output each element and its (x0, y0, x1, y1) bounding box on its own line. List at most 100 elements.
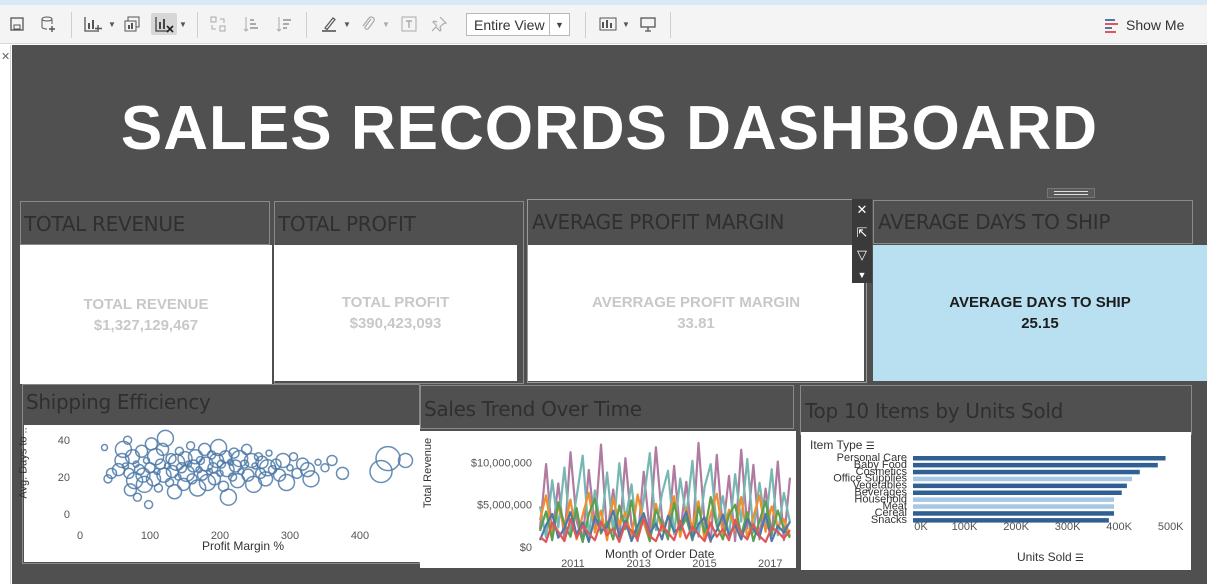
shipping-efficiency-chart[interactable]: 0 20 40 0 100 200 300 400 Profit Margin % Avg. … (18, 425, 420, 562)
bar (913, 476, 1133, 482)
kpi-value: 33.81 (677, 315, 715, 332)
kpi-card-average-profit-margin[interactable]: AVERRAGE PROFIT MARGIN 33.81 (528, 245, 864, 381)
sort-icon[interactable]: ☰ (1075, 553, 1084, 564)
scatter-point (286, 464, 294, 472)
more-options-icon[interactable]: ▼ (858, 270, 867, 280)
x-axis-title: Units Sold ☰ (1017, 550, 1084, 564)
x-tick-label: 500K (1158, 521, 1184, 533)
fix-axes-pin-icon[interactable] (428, 13, 450, 35)
presentation-mode-icon[interactable] (637, 13, 659, 35)
scatter-point (188, 479, 207, 497)
x-tick-label: 300K (1055, 521, 1081, 533)
new-worksheet-dropdown-icon[interactable]: ▼ (107, 13, 117, 35)
kpi-card-average-days-to-ship[interactable]: AVERAGE DAYS TO SHIP 25.15 (873, 245, 1207, 381)
show-mark-labels-icon[interactable] (398, 13, 420, 35)
x-axis-title-text: Units Sold (1017, 550, 1072, 564)
bar (913, 511, 1114, 516)
bar-category-label: Snacks (871, 514, 908, 526)
kpi-header-average-profit-margin: AVERAGE PROFIT MARGIN (532, 210, 785, 234)
x-tick-label: 0 (77, 530, 83, 542)
toolbar-separator (585, 12, 586, 38)
top-items-chart[interactable]: Personal Care Baby Food Cosmetics Office Su… (801, 432, 1191, 570)
scatter-point (197, 442, 212, 457)
bar-chart[interactable]: Personal CareBaby FoodCosmeticsOffice Su… (801, 432, 1191, 570)
sort-icon[interactable]: ☰ (866, 441, 875, 452)
bar (913, 469, 1140, 475)
bar (913, 497, 1114, 502)
y-tick-label: $0 (520, 542, 532, 554)
scatter-point (219, 488, 238, 506)
kpi-header-total-revenue: TOTAL REVENUE (24, 212, 185, 236)
clear-sheet-icon[interactable] (151, 13, 177, 35)
close-icon[interactable]: ✕ (1, 50, 10, 63)
toolbar-separator (197, 12, 198, 38)
x-tick-label: 100K (952, 521, 978, 533)
duplicate-sheet-icon[interactable] (121, 13, 143, 35)
x-axis-title: Month of Order Date (605, 547, 715, 561)
swap-rows-columns-icon[interactable] (207, 13, 229, 35)
fit-mode-select[interactable]: Entire View ▼ (466, 13, 570, 36)
scatter-point (314, 458, 322, 467)
kpi-label: TOTAL REVENUE (83, 295, 209, 313)
kpi-header-total-profit: TOTAL PROFIT (278, 212, 416, 236)
floating-object-tools: ✕ ⇱ ▽ ▼ (852, 199, 872, 283)
panel-title-trend: Sales Trend Over Time (424, 397, 642, 421)
y-tick-label: 40 (58, 435, 70, 447)
scatter-point (302, 470, 320, 488)
row-header-label: Item Type ☰ (810, 438, 875, 452)
chevron-down-icon[interactable]: ▼ (549, 14, 569, 35)
show-me-button[interactable]: Show Me (1104, 14, 1184, 36)
bar (913, 490, 1122, 495)
new-data-source-icon[interactable] (37, 13, 59, 35)
clear-sheet-dropdown-icon[interactable]: ▼ (178, 13, 188, 35)
sales-trend-chart[interactable]: $0 $5,000,000 $10,000,000 2011 2013 2015 2017 … (420, 431, 796, 570)
save-icon[interactable] (7, 13, 27, 35)
x-tick-label: 200K (1003, 521, 1029, 533)
bar (913, 483, 1127, 489)
scatter-point (143, 499, 154, 510)
scatter-point (326, 454, 338, 467)
scatter-point (153, 483, 164, 493)
scatter-point (166, 483, 183, 500)
toolbar-separator (71, 12, 72, 38)
go-to-sheet-icon[interactable]: ⇱ (857, 225, 868, 241)
scatter-point (369, 459, 393, 484)
bar (913, 504, 1114, 509)
move-handle[interactable] (1047, 188, 1095, 198)
x-tick-label: 400 (351, 530, 369, 542)
scatter-point (320, 463, 330, 473)
group-members-icon[interactable] (357, 13, 379, 35)
kpi-card-total-revenue[interactable]: TOTAL REVENUE $1,327,129,467 (20, 245, 272, 384)
new-worksheet-icon[interactable] (81, 13, 105, 35)
dashboard-title: SALES RECORDS DASHBOARD (120, 94, 1099, 163)
kpi-label: TOTAL PROFIT (341, 294, 450, 311)
kpi-card-total-profit[interactable]: TOTAL PROFIT $390,423,093 (274, 245, 517, 381)
filter-icon[interactable]: ▽ (857, 247, 867, 263)
kpi-value: 25.15 (1021, 315, 1059, 332)
y-axis-title: Avg. Days to .. (17, 427, 30, 499)
y-axis-title: Total Revenue (422, 437, 435, 509)
show-cards-icon[interactable] (596, 13, 620, 35)
scatter-point (288, 452, 299, 462)
scatter-point (100, 443, 109, 452)
y-tick-label: $10,000,000 (471, 457, 532, 469)
highlight-dropdown-icon[interactable]: ▼ (342, 13, 352, 35)
scatter-point (265, 449, 273, 457)
highlight-pen-icon[interactable] (318, 13, 340, 35)
show-me-icon (1105, 19, 1118, 33)
show-cards-dropdown-icon[interactable]: ▼ (621, 13, 631, 35)
sort-ascending-icon[interactable] (240, 13, 262, 35)
remove-icon[interactable]: ✕ (857, 202, 868, 218)
y-tick-label: $5,000,000 (477, 500, 532, 512)
sort-descending-icon[interactable] (273, 13, 295, 35)
scatter-point (132, 492, 143, 502)
x-tick-label: 2011 (561, 558, 585, 568)
y-tick-label: 20 (58, 472, 70, 484)
group-dropdown-icon[interactable]: ▼ (381, 13, 391, 35)
kpi-value: $1,327,129,467 (93, 316, 199, 334)
row-header-text: Item Type (810, 438, 863, 452)
x-tick-label: 0K (914, 521, 928, 533)
scatter-point (185, 440, 196, 451)
toolbar-separator (306, 12, 307, 38)
x-tick-label: 400K (1106, 521, 1132, 533)
